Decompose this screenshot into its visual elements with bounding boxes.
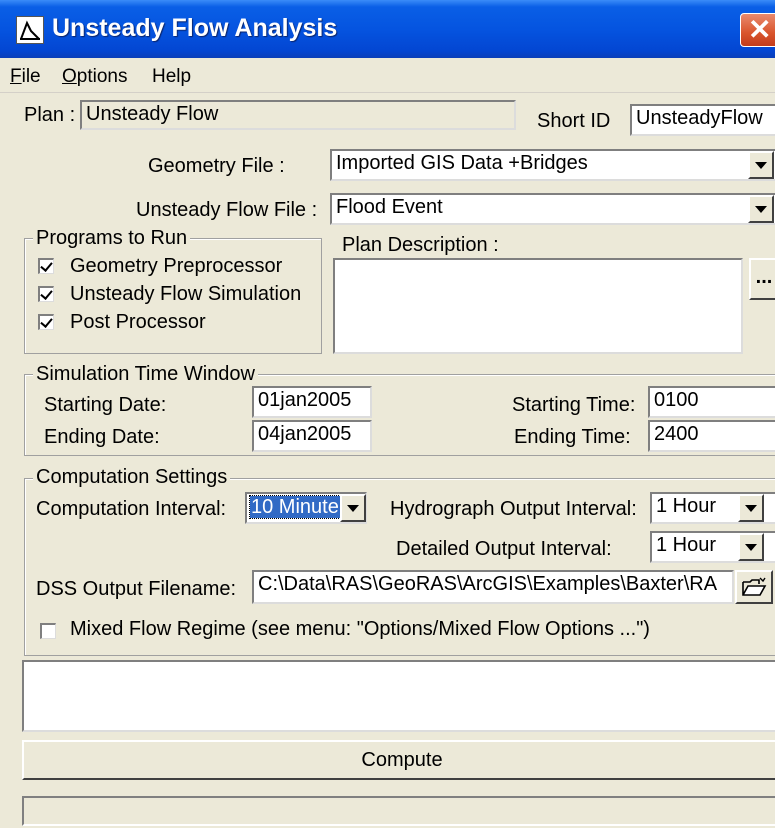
computation-interval-label: Computation Interval: bbox=[36, 498, 227, 520]
status-bar bbox=[22, 796, 775, 826]
starting-date-input[interactable]: 01jan2005 bbox=[252, 386, 372, 418]
time-window-group-title: Simulation Time Window bbox=[33, 363, 258, 386]
open-folder-icon bbox=[742, 577, 767, 596]
menu-options[interactable]: Options bbox=[62, 66, 127, 88]
mixed-flow-regime-label: Mixed Flow Regime (see menu: "Options/Mi… bbox=[70, 618, 650, 640]
close-button[interactable]: ✕ bbox=[740, 13, 775, 47]
plan-description-textarea[interactable] bbox=[333, 258, 743, 354]
menu-bar: File Options Help bbox=[0, 58, 775, 93]
open-folder-button[interactable] bbox=[735, 570, 773, 604]
starting-time-label: Starting Time: bbox=[512, 394, 636, 416]
plan-field[interactable]: Unsteady Flow bbox=[80, 100, 516, 130]
ending-time-label: Ending Time: bbox=[514, 426, 631, 448]
short-id-label: Short ID bbox=[537, 110, 611, 132]
unsteady-flow-simulation-label: Unsteady Flow Simulation bbox=[70, 283, 302, 305]
hydrograph-output-interval-label: Hydrograph Output Interval: bbox=[390, 498, 637, 520]
detailed-dropdown-button[interactable] bbox=[738, 533, 764, 561]
unsteady-flow-file-value: Flood Event bbox=[336, 196, 443, 218]
plan-description-more-button[interactable]: ... bbox=[749, 258, 775, 300]
geometry-file-value: Imported GIS Data +Bridges bbox=[336, 152, 588, 174]
detailed-output-interval-value: 1 Hour bbox=[656, 534, 717, 556]
programs-group-title: Programs to Run bbox=[33, 227, 191, 250]
plan-description-label: Plan Description : bbox=[342, 234, 499, 256]
ending-time-input[interactable]: 2400 bbox=[648, 420, 775, 452]
geometry-preprocessor-label: Geometry Preprocessor bbox=[70, 255, 283, 277]
menu-file[interactable]: File bbox=[10, 66, 41, 88]
unsteady-flow-file-label: Unsteady Flow File : bbox=[136, 199, 318, 221]
title-bar[interactable]: Unsteady Flow Analysis ✕ bbox=[0, 0, 775, 58]
menu-help[interactable]: Help bbox=[152, 66, 191, 88]
unsteady-dropdown-button[interactable] bbox=[748, 195, 774, 223]
plan-label: Plan : bbox=[24, 104, 76, 126]
starting-date-label: Starting Date: bbox=[44, 394, 167, 416]
starting-time-input[interactable]: 0100 bbox=[648, 386, 775, 418]
window-title: Unsteady Flow Analysis bbox=[52, 14, 338, 42]
computation-group-title: Computation Settings bbox=[33, 466, 231, 489]
ending-date-input[interactable]: 04jan2005 bbox=[252, 420, 372, 452]
dss-output-filename-input[interactable]: C:\Data\RAS\GeoRAS\ArcGIS\Examples\Baxte… bbox=[252, 570, 734, 604]
computation-interval-value: 10 Minute bbox=[249, 495, 341, 519]
unsteady-flow-analysis-window: Unsteady Flow Analysis ✕ File Options He… bbox=[0, 0, 775, 828]
detailed-output-interval-label: Detailed Output Interval: bbox=[396, 538, 612, 560]
computation-interval-dropdown-button[interactable] bbox=[340, 494, 366, 522]
unsteady-flow-simulation-checkbox[interactable] bbox=[38, 286, 54, 302]
short-id-input[interactable]: UnsteadyFlow bbox=[630, 104, 775, 136]
ending-date-label: Ending Date: bbox=[44, 426, 160, 448]
hydrograph-dropdown-button[interactable] bbox=[738, 494, 764, 522]
geometry-dropdown-button[interactable] bbox=[748, 151, 774, 179]
post-processor-label: Post Processor bbox=[70, 311, 206, 333]
dss-output-filename-label: DSS Output Filename: bbox=[36, 578, 237, 600]
post-processor-checkbox[interactable] bbox=[38, 314, 54, 330]
message-area[interactable] bbox=[22, 660, 775, 732]
geometry-preprocessor-checkbox[interactable] bbox=[38, 258, 54, 274]
compute-button[interactable]: Compute bbox=[22, 740, 775, 780]
geometry-file-select[interactable]: Imported GIS Data +Bridges bbox=[330, 149, 775, 181]
unsteady-flow-file-select[interactable]: Flood Event bbox=[330, 193, 775, 225]
geometry-file-label: Geometry File : bbox=[148, 155, 285, 177]
app-icon bbox=[16, 16, 44, 44]
mixed-flow-regime-checkbox[interactable] bbox=[40, 623, 56, 639]
hydrograph-output-interval-value: 1 Hour bbox=[656, 495, 717, 517]
